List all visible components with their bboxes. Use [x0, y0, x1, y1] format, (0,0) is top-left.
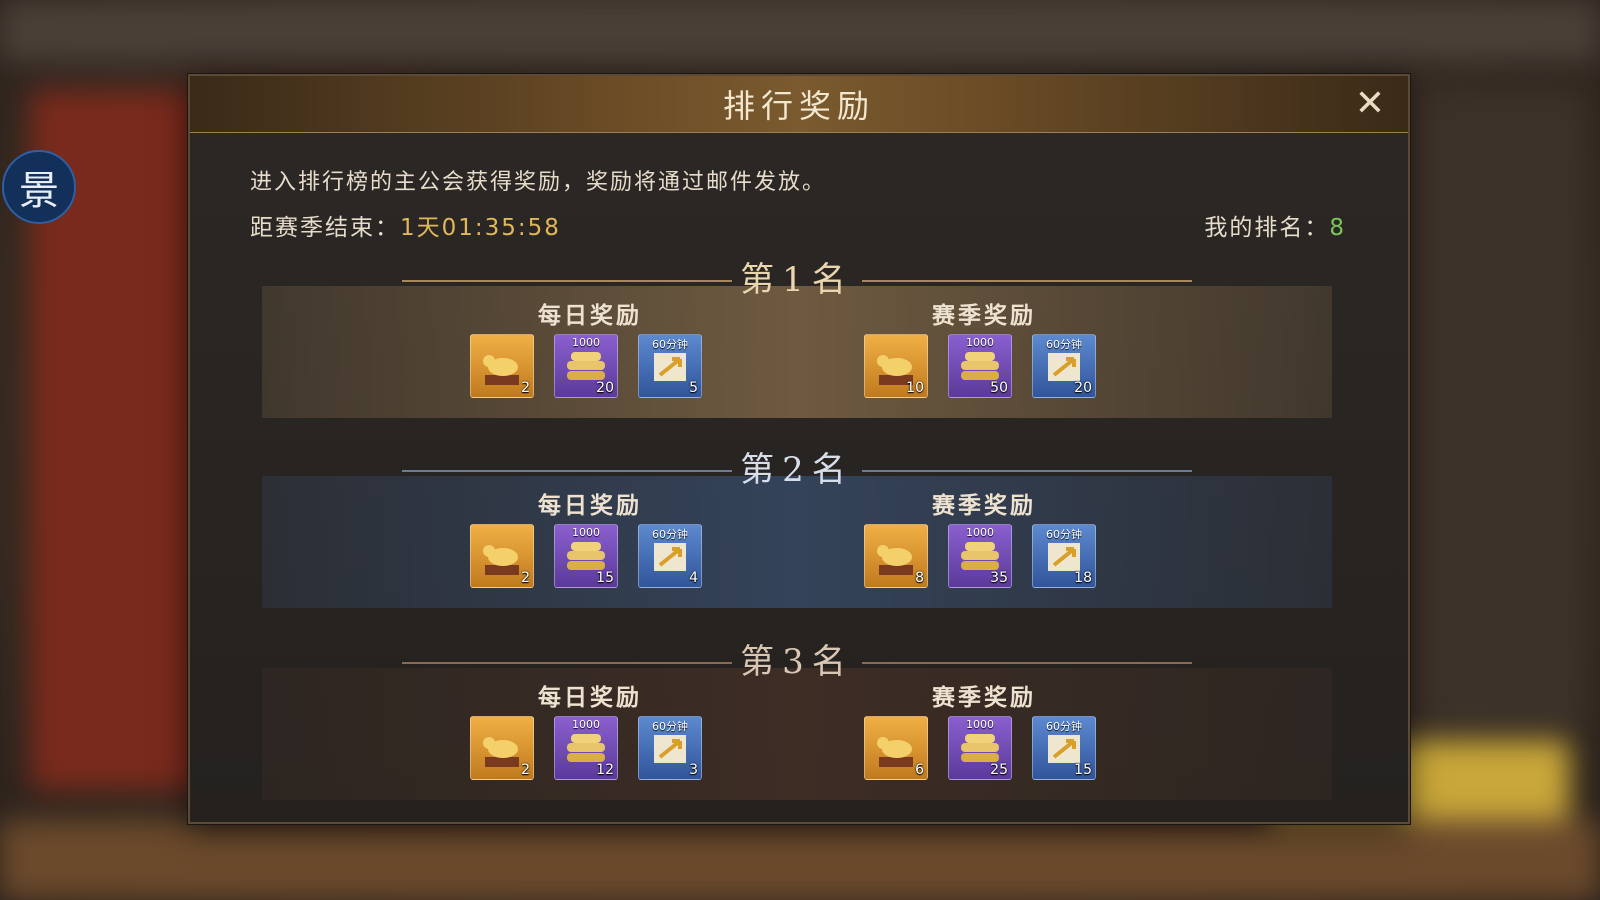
- reward-item-count: 25: [990, 762, 1008, 778]
- season-timer: 距赛季结束：1天01:35:58: [250, 208, 561, 242]
- daily-reward-items: 2 1000 12 60分钟 3: [470, 716, 702, 780]
- reward-item-count: 5: [689, 380, 698, 396]
- rank-label: 第3名: [740, 642, 854, 682]
- reward-item[interactable]: 1000 25: [948, 716, 1012, 780]
- reward-item-count: 20: [596, 380, 614, 396]
- close-icon: ✕: [1354, 83, 1386, 124]
- reward-description: 进入排行榜的主公会获得奖励，奖励将通过邮件发放。: [250, 170, 827, 195]
- season-reward-title: 赛季奖励: [932, 303, 1036, 329]
- reward-item[interactable]: 1000 15: [554, 524, 618, 588]
- rank-label: 第2名: [740, 450, 854, 490]
- season-timer-value: 1天01:35:58: [400, 215, 561, 241]
- reward-item-tag: 1000: [572, 336, 600, 349]
- rank-rewards-panel: 每日奖励 2 1000 12 60分钟 3 赛季奖励 6 1000 25 60分钟 15: [262, 668, 1332, 800]
- dialog-title: 排行奖励: [722, 87, 875, 125]
- reward-item[interactable]: 60分钟 4: [638, 524, 702, 588]
- reward-item-count: 4: [689, 570, 698, 586]
- daily-reward-title: 每日奖励: [538, 493, 642, 519]
- reward-item[interactable]: 1000 12: [554, 716, 618, 780]
- season-timer-label: 距赛季结束：: [250, 215, 400, 241]
- reward-item[interactable]: 60分钟 20: [1032, 334, 1096, 398]
- daily-reward-items: 2 1000 15 60分钟 4: [470, 524, 702, 588]
- season-reward-items: 6 1000 25 60分钟 15: [864, 716, 1096, 780]
- rank-label: 第1名: [740, 260, 854, 300]
- reward-item-count: 6: [915, 762, 924, 778]
- reward-item-tag: 1000: [572, 718, 600, 731]
- daily-reward-title: 每日奖励: [538, 685, 642, 711]
- reward-item-tag: 60分钟: [1046, 528, 1082, 541]
- reward-item-count: 8: [915, 570, 924, 586]
- reward-item-count: 3: [689, 762, 698, 778]
- season-reward-items: 8 1000 35 60分钟 18: [864, 524, 1096, 588]
- reward-item-count: 18: [1074, 570, 1092, 586]
- reward-item-tag: 1000: [966, 526, 994, 539]
- reward-item[interactable]: 2: [470, 716, 534, 780]
- reward-item[interactable]: 60分钟 15: [1032, 716, 1096, 780]
- reward-item-count: 2: [521, 380, 530, 396]
- side-badge-icon[interactable]: 景: [2, 150, 76, 224]
- my-rank: 我的排名：8: [1204, 208, 1346, 242]
- my-rank-value: 8: [1329, 215, 1346, 241]
- reward-item-tag: 1000: [572, 526, 600, 539]
- reward-item-tag: 1000: [966, 718, 994, 731]
- reward-item[interactable]: 2: [470, 524, 534, 588]
- reward-item[interactable]: 60分钟 18: [1032, 524, 1096, 588]
- reward-item[interactable]: 8: [864, 524, 928, 588]
- reward-item-count: 12: [596, 762, 614, 778]
- reward-item-tag: 60分钟: [1046, 338, 1082, 351]
- reward-item-tag: 60分钟: [652, 338, 688, 351]
- reward-item[interactable]: 6: [864, 716, 928, 780]
- reward-item[interactable]: 60分钟 5: [638, 334, 702, 398]
- reward-item-count: 20: [1074, 380, 1092, 396]
- rank-rewards-dialog: 排行奖励 ✕ 进入排行榜的主公会获得奖励，奖励将通过邮件发放。 距赛季结束：1天…: [188, 74, 1410, 824]
- daily-reward-items: 2 1000 20 60分钟 5: [470, 334, 702, 398]
- reward-item[interactable]: 2: [470, 334, 534, 398]
- dialog-header: 排行奖励 ✕: [190, 76, 1408, 133]
- season-reward-title: 赛季奖励: [932, 493, 1036, 519]
- close-button[interactable]: ✕: [1350, 84, 1390, 124]
- reward-item-tag: 60分钟: [652, 528, 688, 541]
- reward-item-count: 50: [990, 380, 1008, 396]
- reward-item-tag: 1000: [966, 336, 994, 349]
- reward-item[interactable]: 1000 50: [948, 334, 1012, 398]
- reward-item-count: 2: [521, 570, 530, 586]
- reward-item[interactable]: 10: [864, 334, 928, 398]
- reward-item-tag: 60分钟: [1046, 720, 1082, 733]
- rank-rewards-panel: 每日奖励 2 1000 15 60分钟 4 赛季奖励 8 1000 35 60分钟 18: [262, 476, 1332, 608]
- reward-item[interactable]: 1000 20: [554, 334, 618, 398]
- reward-item[interactable]: 1000 35: [948, 524, 1012, 588]
- reward-item-count: 35: [990, 570, 1008, 586]
- reward-item-tag: 60分钟: [652, 720, 688, 733]
- daily-reward-title: 每日奖励: [538, 303, 642, 329]
- season-reward-items: 10 1000 50 60分钟 20: [864, 334, 1096, 398]
- reward-item-count: 10: [906, 380, 924, 396]
- rank-rewards-panel: 每日奖励 2 1000 20 60分钟 5 赛季奖励 10 1000 50 60分钟 20: [262, 286, 1332, 418]
- reward-item-count: 15: [1074, 762, 1092, 778]
- season-reward-title: 赛季奖励: [932, 685, 1036, 711]
- my-rank-label: 我的排名：: [1204, 215, 1330, 241]
- reward-item[interactable]: 60分钟 3: [638, 716, 702, 780]
- reward-item-count: 2: [521, 762, 530, 778]
- reward-item-count: 15: [596, 570, 614, 586]
